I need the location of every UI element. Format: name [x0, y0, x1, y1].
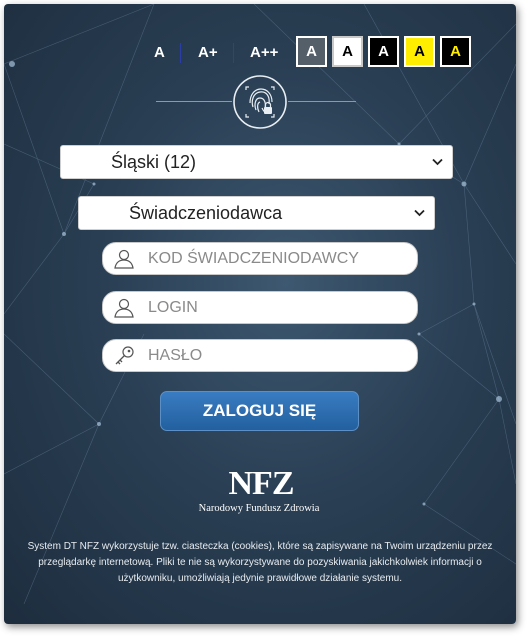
cookie-notice: System DT NFZ wykorzystuje tzw. ciastecz… — [27, 541, 493, 584]
nfz-logo-text: NFZ — [229, 466, 294, 502]
chevron-down-icon — [414, 209, 425, 217]
contrast-black-button[interactable]: A — [368, 36, 399, 67]
role-select[interactable]: Świadczeniodawca — [78, 196, 435, 230]
password-input[interactable]: HASŁO — [102, 339, 418, 372]
font-size-normal-button[interactable]: A — [154, 44, 165, 61]
role-select-value: Świadczeniodawca — [129, 202, 283, 223]
contrast-yellow-button[interactable]: A — [404, 36, 435, 67]
key-icon — [115, 346, 134, 365]
divider — [180, 43, 181, 63]
provider-code-placeholder: KOD ŚWIADCZENIODAWCY — [148, 249, 359, 267]
nfz-logo-subtitle: Narodowy Fundusz Zdrowia — [198, 503, 320, 514]
user-icon — [114, 249, 134, 269]
region-select[interactable]: Śląski (12) — [60, 145, 453, 179]
region-select-value: Śląski (12) — [111, 151, 197, 172]
chevron-down-icon — [432, 158, 443, 166]
contrast-white-button[interactable]: A — [332, 36, 363, 67]
login-input[interactable]: LOGIN — [102, 291, 418, 324]
login-button[interactable]: ZALOGUJ SIĘ — [160, 391, 359, 431]
font-size-large-button[interactable]: A+ — [198, 44, 218, 61]
divider — [233, 43, 234, 63]
fingerprint-icon — [233, 75, 287, 129]
login-panel: A A+ A++ A A A A A Śląski (12) Świadczen… — [4, 4, 516, 624]
divider — [288, 101, 356, 102]
contrast-default-button[interactable]: A — [296, 36, 327, 67]
divider — [156, 101, 232, 102]
user-icon — [114, 298, 134, 318]
contrast-black-yellow-button[interactable]: A — [440, 36, 471, 67]
login-placeholder: LOGIN — [148, 298, 198, 316]
password-placeholder: HASŁO — [148, 346, 203, 364]
provider-code-input[interactable]: KOD ŚWIADCZENIODAWCY — [102, 242, 418, 275]
font-size-xlarge-button[interactable]: A++ — [250, 44, 278, 61]
